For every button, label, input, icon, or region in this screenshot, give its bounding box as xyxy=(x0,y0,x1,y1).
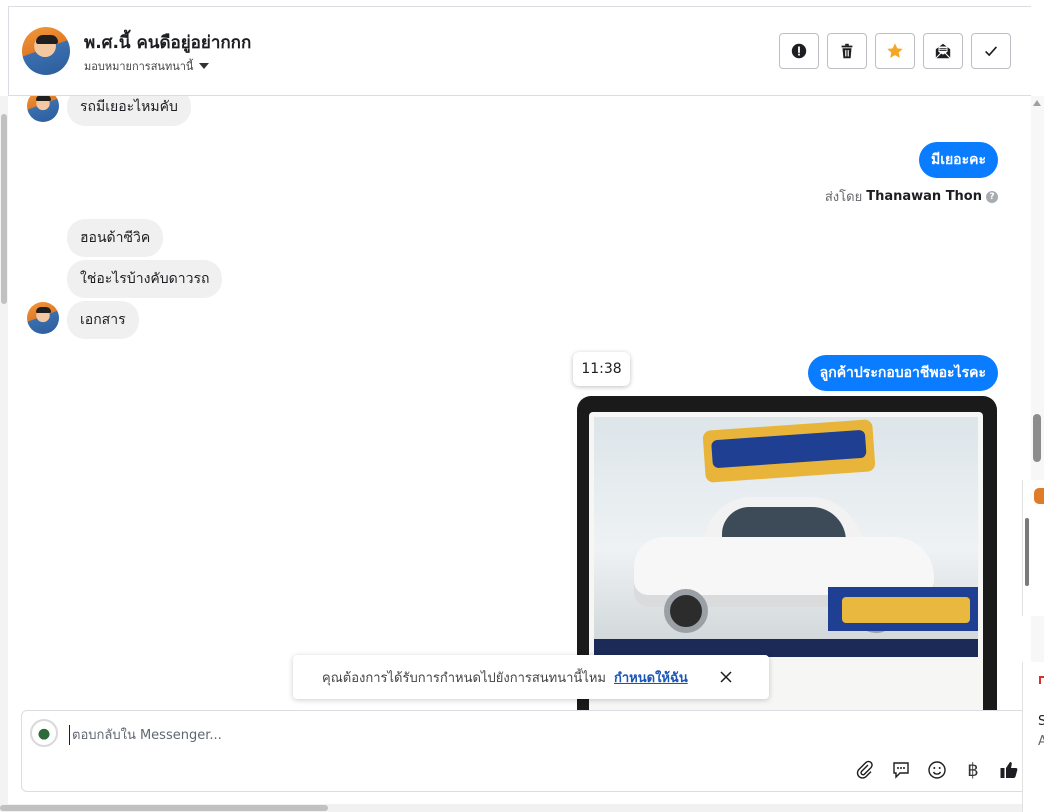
close-icon[interactable] xyxy=(717,668,735,686)
page-scrollbar-thumb[interactable] xyxy=(1,114,7,304)
reply-input[interactable] xyxy=(69,725,769,745)
side-card-icon xyxy=(1039,676,1044,684)
side-panel-scrollbar-thumb[interactable] xyxy=(1025,518,1029,586)
smiley-icon xyxy=(928,761,946,779)
page-avatar xyxy=(30,719,58,747)
trash-icon xyxy=(841,43,853,59)
thread-scrollbar-thumb[interactable] xyxy=(1033,414,1041,462)
car-promo-photo xyxy=(594,417,978,657)
spam-button[interactable] xyxy=(779,33,819,69)
payment-button[interactable]: ฿ xyxy=(962,759,984,781)
side-card-edge: S A xyxy=(1022,662,1044,812)
assign-prompt-toast: คุณต้องการได้รับการกำหนดไปยังการสนทนานี้… xyxy=(293,655,769,699)
baht-icon: ฿ xyxy=(967,759,979,781)
side-card-text: S xyxy=(1038,714,1044,729)
assign-prompt-text: คุณต้องการได้รับการกำหนดไปยังการสนทนานี้… xyxy=(322,670,606,686)
contact-name[interactable]: พ.ศ.นี้ คนดือยู่อย่ากกก xyxy=(84,29,251,56)
assign-to-me-link[interactable]: กำหนดให้ฉัน xyxy=(614,667,688,688)
inbox-page: พ.ศ.นี้ คนดือยู่อย่ากกก มอบหมายการสนทนาน… xyxy=(0,0,1044,812)
page-scrollbar[interactable] xyxy=(0,96,8,810)
chat-bubble-icon xyxy=(893,762,909,779)
contact-avatar-small xyxy=(27,96,59,122)
assign-conversation-dropdown[interactable]: มอบหมายการสนทนานี้ xyxy=(84,57,210,75)
sent-by-label: ส่งโดย Thanawan Thon ? xyxy=(825,186,998,207)
star-button[interactable] xyxy=(875,33,915,69)
composer-tools: ฿ xyxy=(854,759,1020,781)
outgoing-message[interactable]: ลูกค้าประกอบอาชีพอะไรคะ xyxy=(807,355,998,391)
header-actions xyxy=(779,33,1011,69)
envelope-open-icon xyxy=(935,43,951,59)
message-time-tooltip: 11:38 xyxy=(573,352,630,386)
horizontal-scrollbar[interactable] xyxy=(0,804,1044,812)
caret-down-icon xyxy=(199,63,210,69)
check-icon xyxy=(985,46,998,57)
promo-banner xyxy=(702,419,876,483)
contact-avatar[interactable] xyxy=(22,27,70,75)
help-icon[interactable]: ? xyxy=(986,190,998,203)
attach-button[interactable] xyxy=(854,759,876,781)
side-card-subtext: A xyxy=(1038,734,1044,749)
conversation-header: พ.ศ.นี้ คนดือยู่อย่ากกก มอบหมายการสนทนาน… xyxy=(8,6,1031,96)
delete-button[interactable] xyxy=(827,33,867,69)
like-button[interactable] xyxy=(998,759,1020,781)
thumbs-up-icon xyxy=(1000,762,1018,778)
price-banner xyxy=(828,587,978,631)
reply-composer: ฿ xyxy=(21,710,1031,792)
emoji-button[interactable] xyxy=(926,759,948,781)
scroll-up-arrow-icon[interactable] xyxy=(1033,100,1041,106)
sent-by-name: Thanawan Thon xyxy=(866,189,982,204)
star-icon xyxy=(887,43,903,58)
mark-unread-button[interactable] xyxy=(923,33,963,69)
thread-scrollbar[interactable] xyxy=(1031,96,1044,710)
incoming-message[interactable]: รถมีเยอะไหมคับ xyxy=(67,96,191,126)
incoming-message[interactable]: ใช่อะไรบ้างคับดาวรถ xyxy=(67,260,223,298)
contact-avatar-small xyxy=(27,302,59,334)
outgoing-message[interactable]: มีเยอะคะ xyxy=(918,142,998,178)
alert-circle-icon xyxy=(791,43,807,59)
message-thread[interactable]: รถมีเยอะไหมคับ มีเยอะคะ ส่งโดย Thanawan … xyxy=(8,96,1031,710)
paperclip-icon xyxy=(856,760,873,779)
saved-replies-button[interactable] xyxy=(890,759,912,781)
incoming-message[interactable]: ฮอนด้าซีวิค xyxy=(67,219,164,257)
horizontal-scrollbar-thumb[interactable] xyxy=(0,805,328,811)
sent-by-prefix: ส่งโดย xyxy=(824,190,863,205)
side-avatar[interactable] xyxy=(1034,488,1044,504)
mark-done-button[interactable] xyxy=(971,33,1011,69)
assign-label: มอบหมายการสนทนานี้ xyxy=(84,60,194,73)
incoming-message[interactable]: เอกสาร xyxy=(67,301,139,339)
